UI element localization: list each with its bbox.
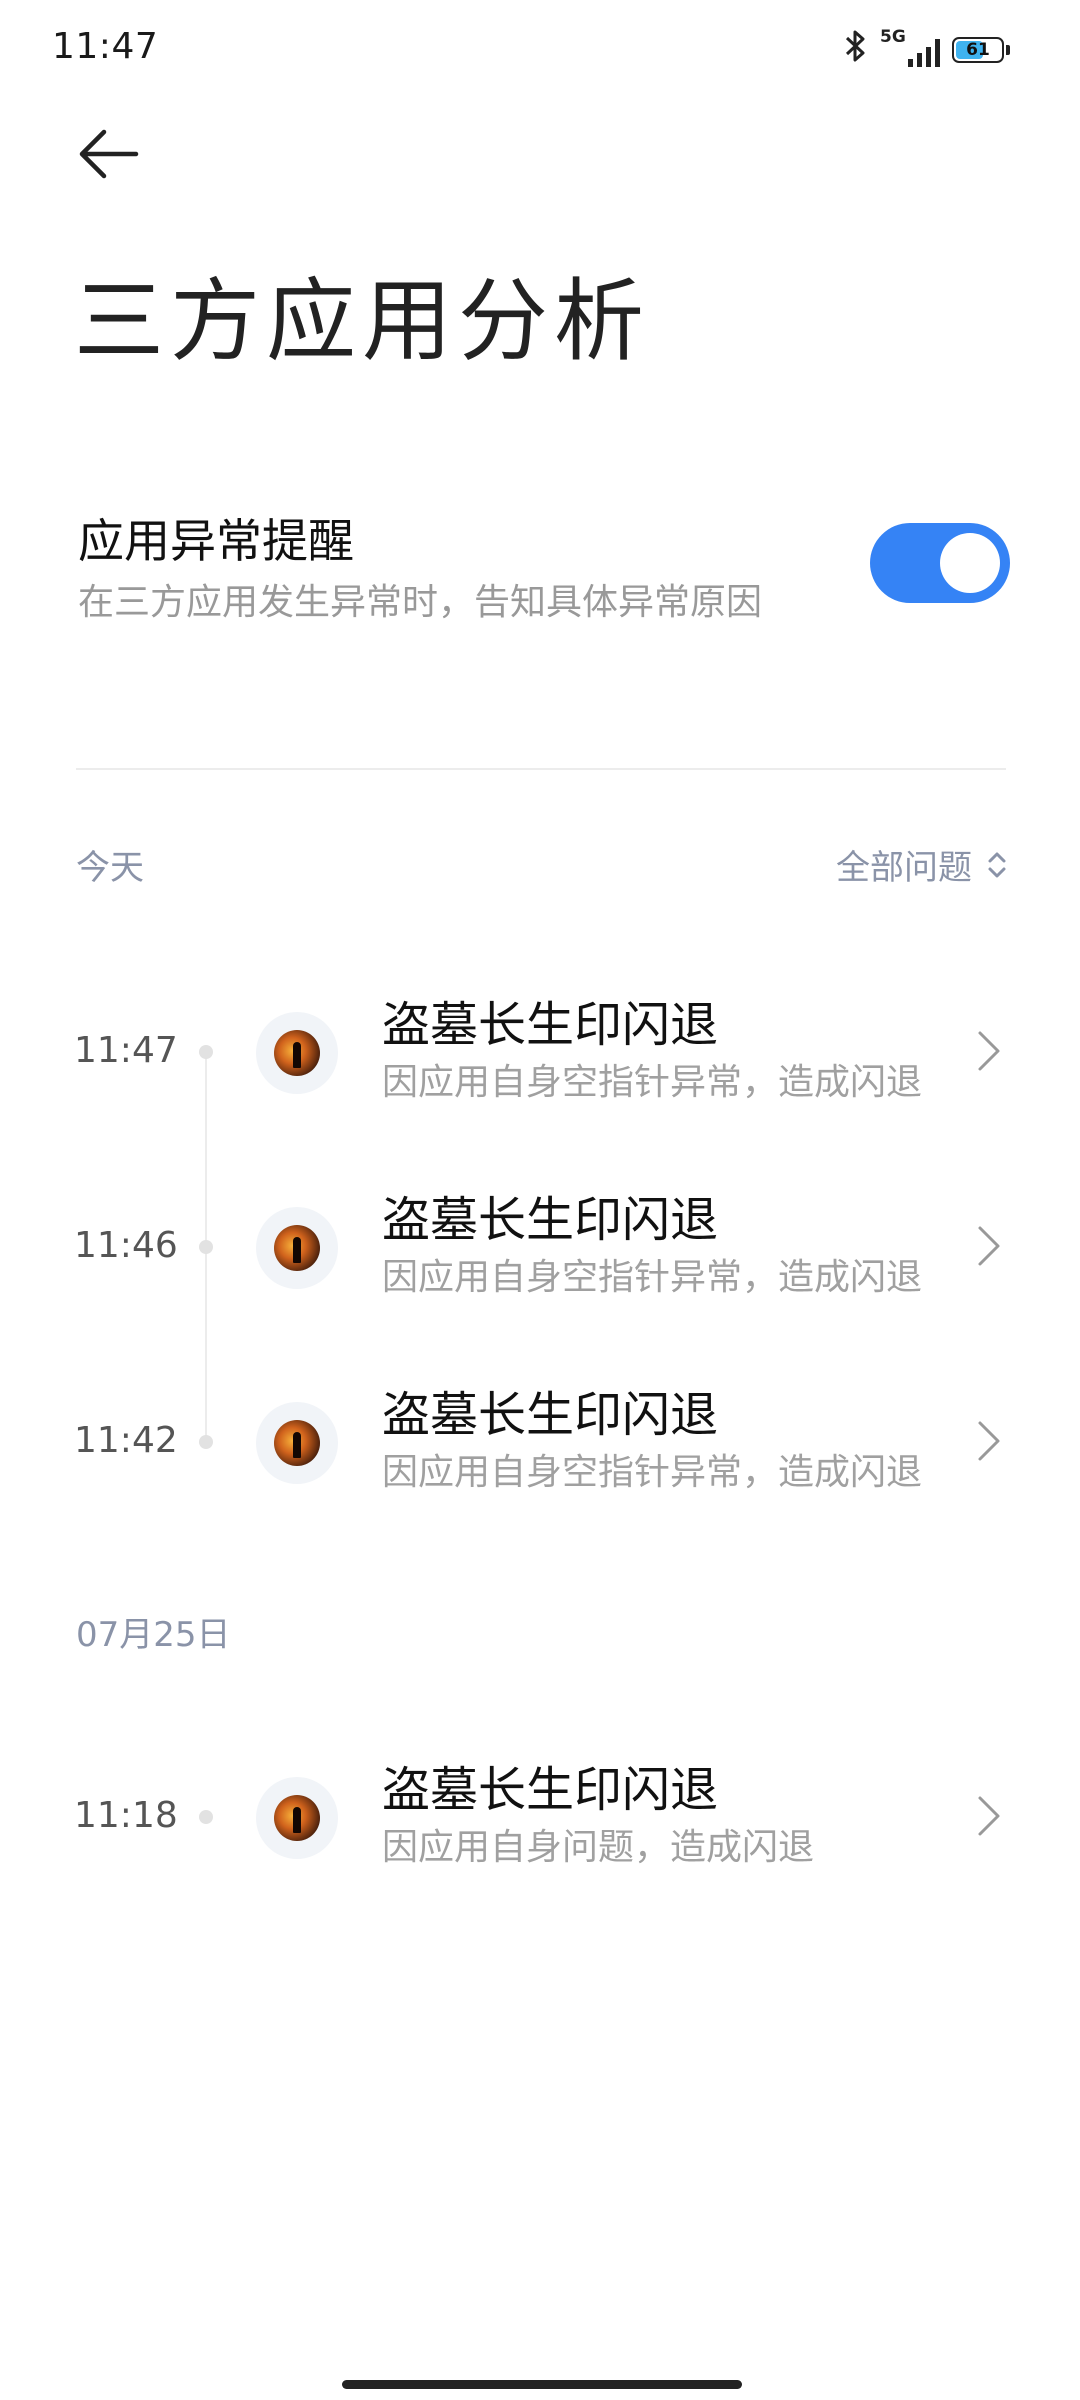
crash-list-item[interactable]: 11:46 盗墓长生印闪退 因应用自身空指针异常，造成闪退 <box>0 1150 1080 1330</box>
item-description: 因应用自身空指针异常，造成闪退 <box>382 1257 923 1298</box>
exception-reminder-toggle[interactable] <box>870 523 1010 603</box>
chevron-right-icon <box>978 1421 1000 1461</box>
setting-description: 在三方应用发生异常时，告知具体异常原因 <box>78 582 763 623</box>
item-description: 因应用自身问题，造成闪退 <box>382 1827 815 1868</box>
crash-list-item[interactable]: 11:42 盗墓长生印闪退 因应用自身空指针异常，造成闪退 <box>0 1345 1080 1525</box>
app-exception-reminder-setting: 应用异常提醒 在三方应用发生异常时，告知具体异常原因 <box>78 505 1010 625</box>
timeline-dot <box>199 1240 213 1254</box>
item-time: 11:47 <box>74 1030 178 1071</box>
status-time: 11:47 <box>52 26 159 67</box>
crash-list-item[interactable]: 11:47 盗墓长生印闪退 因应用自身空指针异常，造成闪退 <box>0 955 1080 1135</box>
app-icon <box>256 1402 338 1484</box>
chevron-right-icon <box>978 1796 1000 1836</box>
divider <box>76 768 1006 770</box>
unfold-icon <box>988 852 1006 877</box>
item-title: 盗墓长生印闪退 <box>382 1762 719 1818</box>
section-label-date: 07月25日 <box>76 1615 231 1655</box>
battery-icon: 61 <box>952 37 1004 63</box>
item-time: 11:42 <box>74 1420 178 1461</box>
network-type: 5G <box>880 27 906 47</box>
issue-filter-dropdown[interactable]: 全部问题 <box>836 840 1008 889</box>
status-bar: 11:47 5G 61 <box>0 0 1080 100</box>
signal-icon: 5G <box>880 27 940 69</box>
app-icon <box>256 1777 338 1859</box>
chevron-right-icon <box>978 1031 1000 1071</box>
setting-title: 应用异常提醒 <box>78 514 354 568</box>
toggle-knob <box>940 533 1000 593</box>
item-description: 因应用自身空指针异常，造成闪退 <box>382 1452 923 1493</box>
item-description: 因应用自身空指针异常，造成闪退 <box>382 1062 923 1103</box>
app-icon <box>256 1012 338 1094</box>
chevron-right-icon <box>978 1226 1000 1266</box>
home-indicator[interactable] <box>342 2380 742 2389</box>
item-title: 盗墓长生印闪退 <box>382 997 719 1053</box>
item-time: 11:18 <box>74 1795 178 1836</box>
filter-label: 全部问题 <box>836 848 972 888</box>
page-title: 三方应用分析 <box>74 269 650 374</box>
timeline-dot <box>199 1045 213 1059</box>
timeline-dot <box>199 1435 213 1449</box>
back-button[interactable] <box>74 124 144 184</box>
battery-level: 61 <box>966 40 990 60</box>
item-title: 盗墓长生印闪退 <box>382 1387 719 1443</box>
item-title: 盗墓长生印闪退 <box>382 1192 719 1248</box>
crash-list-item[interactable]: 11:18 盗墓长生印闪退 因应用自身问题，造成闪退 <box>0 1720 1080 1900</box>
section-label-today: 今天 <box>76 848 144 888</box>
status-icons: 5G 61 <box>844 27 1010 71</box>
app-icon <box>256 1207 338 1289</box>
bluetooth-icon <box>844 29 868 71</box>
battery-tip <box>1006 45 1010 55</box>
item-time: 11:46 <box>74 1225 178 1266</box>
timeline-dot <box>199 1810 213 1824</box>
arrow-left-icon <box>79 129 139 179</box>
